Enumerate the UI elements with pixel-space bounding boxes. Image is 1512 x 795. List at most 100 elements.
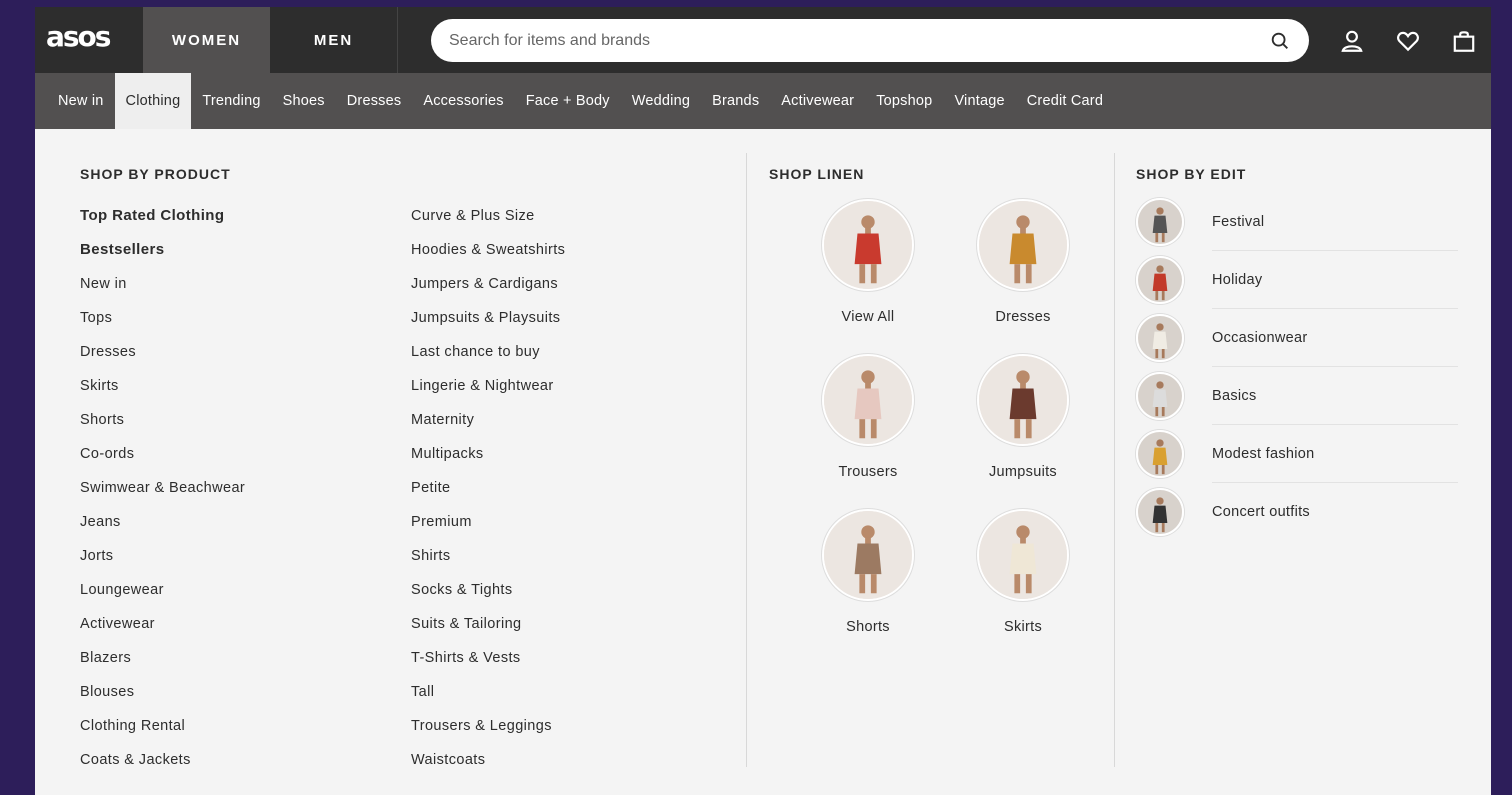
edit-item-label: Modest fashion — [1212, 446, 1315, 462]
menu-link-co-ords[interactable]: Co-ords — [80, 442, 245, 476]
edit-item-modest-fashion[interactable]: Modest fashion — [1136, 425, 1458, 483]
search-input[interactable] — [449, 31, 1269, 50]
nav-item-face-body[interactable]: Face + Body — [515, 73, 621, 129]
nav-item-credit-card[interactable]: Credit Card — [1016, 73, 1114, 129]
edit-thumbnail[interactable] — [1136, 198, 1184, 246]
edit-item-label: Holiday — [1212, 272, 1263, 288]
menu-link-suits-tailoring[interactable]: Suits & Tailoring — [411, 612, 565, 646]
menu-link-shirts[interactable]: Shirts — [411, 544, 565, 578]
menu-link-lingerie-nightwear[interactable]: Lingerie & Nightwear — [411, 374, 565, 408]
edit-item-holiday[interactable]: Holiday — [1136, 251, 1458, 309]
linen-item-label: Jumpsuits — [989, 464, 1057, 480]
linen-item-label: Skirts — [1003, 619, 1043, 635]
menu-link-jorts[interactable]: Jorts — [80, 544, 245, 578]
linen-item-label: Dresses — [995, 309, 1051, 325]
linen-item-label: Trousers — [838, 464, 898, 480]
menu-link-socks-tights[interactable]: Socks & Tights — [411, 578, 565, 612]
menu-link-multipacks[interactable]: Multipacks — [411, 442, 565, 476]
linen-item-skirts[interactable]: Skirts — [958, 509, 1088, 635]
menu-link-waistcoats[interactable]: Waistcoats — [411, 748, 565, 782]
linen-image[interactable] — [977, 199, 1069, 291]
shop-linen-heading: SHOP LINEN — [769, 166, 865, 182]
menu-link-bestsellers[interactable]: Bestsellers — [80, 238, 245, 272]
product-column-1: Top Rated Clothing Bestsellers New in Tops D… — [80, 204, 245, 782]
nav-item-vintage[interactable]: Vintage — [943, 73, 1015, 129]
menu-link-premium[interactable]: Premium — [411, 510, 565, 544]
menu-link-loungewear[interactable]: Loungewear — [80, 578, 245, 612]
asos-logo[interactable]: asos — [46, 20, 111, 53]
edit-item-label: Festival — [1212, 214, 1265, 230]
asos-site: asos WOMEN MEN Search for items and bran… — [35, 7, 1491, 795]
nav-item-clothing[interactable]: Clothing — [114, 73, 192, 129]
menu-link-jeans[interactable]: Jeans — [80, 510, 245, 544]
linen-image[interactable] — [822, 509, 914, 601]
nav-item-brands[interactable]: Brands — [701, 73, 770, 129]
menu-link-new-in[interactable]: New in — [80, 272, 245, 306]
column-divider — [746, 153, 747, 767]
category-nav: New in Clothing Trending Shoes Dresses A… — [35, 73, 1491, 129]
menu-link-t-shirts-vests[interactable]: T-Shirts & Vests — [411, 646, 565, 680]
heart-icon[interactable] — [1395, 28, 1421, 54]
menu-link-skirts[interactable]: Skirts — [80, 374, 245, 408]
tab-women[interactable]: WOMEN — [143, 7, 270, 73]
edit-item-concert-outfits[interactable]: Concert outfits — [1136, 483, 1458, 541]
edit-item-festival[interactable]: Festival — [1136, 193, 1458, 251]
edit-item-occasionwear[interactable]: Occasionwear — [1136, 309, 1458, 367]
menu-link-swimwear-beachwear[interactable]: Swimwear & Beachwear — [80, 476, 245, 510]
menu-link-top-rated-clothing[interactable]: Top Rated Clothing — [80, 204, 245, 238]
clothing-mega-menu: SHOP BY PRODUCT Top Rated Clothing Bestse… — [35, 129, 1491, 795]
linen-image[interactable] — [822, 354, 914, 446]
linen-item-trousers[interactable]: Trousers — [803, 354, 933, 480]
edit-item-label: Concert outfits — [1212, 504, 1310, 520]
menu-link-coats-jackets[interactable]: Coats & Jackets — [80, 748, 245, 782]
menu-link-shorts[interactable]: Shorts — [80, 408, 245, 442]
linen-image[interactable] — [822, 199, 914, 291]
menu-link-jumpers-cardigans[interactable]: Jumpers & Cardigans — [411, 272, 565, 306]
menu-link-trousers-leggings[interactable]: Trousers & Leggings — [411, 714, 565, 748]
edit-item-label: Basics — [1212, 388, 1257, 404]
edit-item-basics[interactable]: Basics — [1136, 367, 1458, 425]
menu-link-tall[interactable]: Tall — [411, 680, 565, 714]
linen-item-label: View All — [841, 309, 895, 325]
top-header: asos WOMEN MEN — [35, 7, 1491, 73]
column-divider — [1114, 153, 1115, 767]
nav-item-trending[interactable]: Trending — [191, 73, 271, 129]
edit-thumbnail[interactable] — [1136, 256, 1184, 304]
menu-link-curve-plus-size[interactable]: Curve & Plus Size — [411, 204, 565, 238]
linen-item-dresses[interactable]: Dresses — [958, 199, 1088, 325]
edit-thumbnail[interactable] — [1136, 372, 1184, 420]
product-column-2: Curve & Plus Size Hoodies & Sweatshirts Ju… — [411, 204, 565, 782]
nav-item-activewear[interactable]: Activewear — [770, 73, 865, 129]
menu-link-blouses[interactable]: Blouses — [80, 680, 245, 714]
linen-item-shorts[interactable]: Shorts — [803, 509, 933, 635]
linen-item-view-all[interactable]: View All — [803, 199, 933, 325]
edit-thumbnail[interactable] — [1136, 314, 1184, 362]
menu-link-activewear[interactable]: Activewear — [80, 612, 245, 646]
nav-item-shoes[interactable]: Shoes — [272, 73, 336, 129]
nav-item-wedding[interactable]: Wedding — [621, 73, 701, 129]
search-icon[interactable] — [1269, 30, 1291, 52]
menu-link-blazers[interactable]: Blazers — [80, 646, 245, 680]
nav-item-accessories[interactable]: Accessories — [412, 73, 514, 129]
account-icon[interactable] — [1339, 28, 1365, 54]
menu-link-dresses[interactable]: Dresses — [80, 340, 245, 374]
edit-thumbnail[interactable] — [1136, 430, 1184, 478]
linen-image[interactable] — [977, 354, 1069, 446]
bag-icon[interactable] — [1451, 28, 1477, 54]
menu-link-clothing-rental[interactable]: Clothing Rental — [80, 714, 245, 748]
menu-link-last-chance-to-buy[interactable]: Last chance to buy — [411, 340, 565, 374]
shop-by-edit-heading: SHOP BY EDIT — [1136, 166, 1247, 182]
menu-link-hoodies-sweatshirts[interactable]: Hoodies & Sweatshirts — [411, 238, 565, 272]
tab-men[interactable]: MEN — [270, 7, 397, 73]
menu-link-jumpsuits-playsuits[interactable]: Jumpsuits & Playsuits — [411, 306, 565, 340]
menu-link-tops[interactable]: Tops — [80, 306, 245, 340]
nav-item-topshop[interactable]: Topshop — [865, 73, 943, 129]
nav-item-dresses[interactable]: Dresses — [336, 73, 413, 129]
nav-item-new-in[interactable]: New in — [35, 73, 115, 129]
header-divider — [397, 7, 398, 73]
menu-link-petite[interactable]: Petite — [411, 476, 565, 510]
linen-image[interactable] — [977, 509, 1069, 601]
menu-link-maternity[interactable]: Maternity — [411, 408, 565, 442]
linen-item-jumpsuits[interactable]: Jumpsuits — [958, 354, 1088, 480]
edit-thumbnail[interactable] — [1136, 488, 1184, 536]
